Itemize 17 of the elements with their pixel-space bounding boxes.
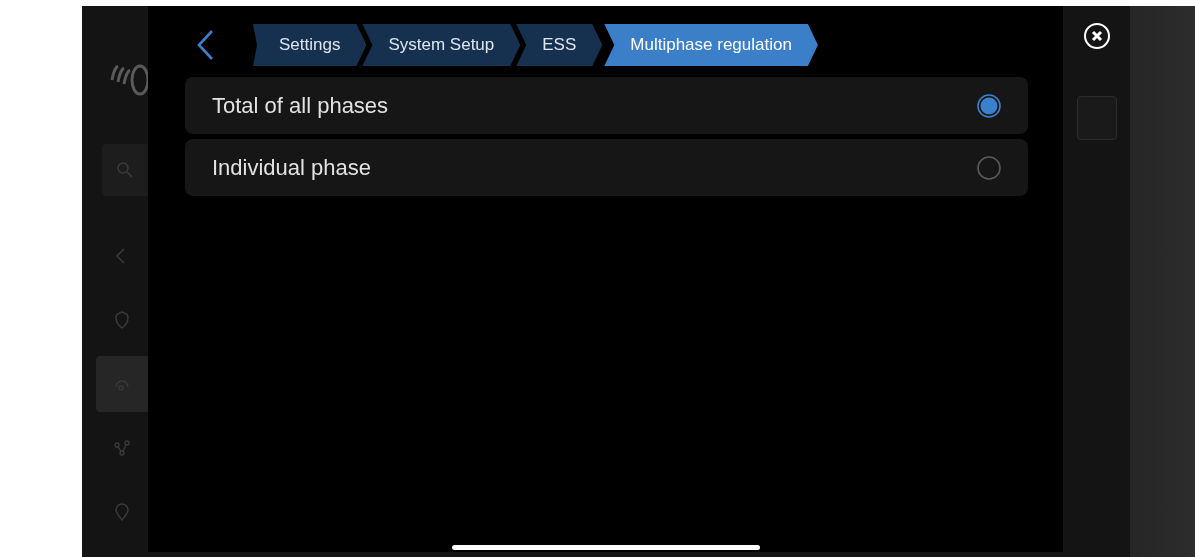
radio-button[interactable] (977, 93, 1001, 118)
breadcrumb-tab[interactable]: Multiphase regulation (604, 24, 818, 66)
search-field[interactable] (102, 144, 148, 196)
radio-button[interactable] (977, 155, 1001, 180)
filter-button[interactable] (1076, 96, 1117, 140)
breadcrumb-tab[interactable]: ESS (516, 24, 603, 66)
option-row[interactable]: Total of all phases (185, 77, 1028, 134)
option-label: Total of all phases (212, 92, 389, 119)
search-icon (115, 160, 135, 180)
option-row[interactable]: Individual phase (185, 139, 1028, 196)
nodes-icon[interactable] (111, 437, 133, 459)
close-button[interactable] (1082, 22, 1111, 50)
breadcrumb-tab[interactable]: System Setup (362, 24, 521, 66)
sidebar-item[interactable] (96, 356, 148, 412)
option-label: Individual phase (212, 154, 371, 181)
home-indicator[interactable] (452, 545, 760, 550)
breadcrumb-tab[interactable]: Settings (253, 24, 367, 66)
